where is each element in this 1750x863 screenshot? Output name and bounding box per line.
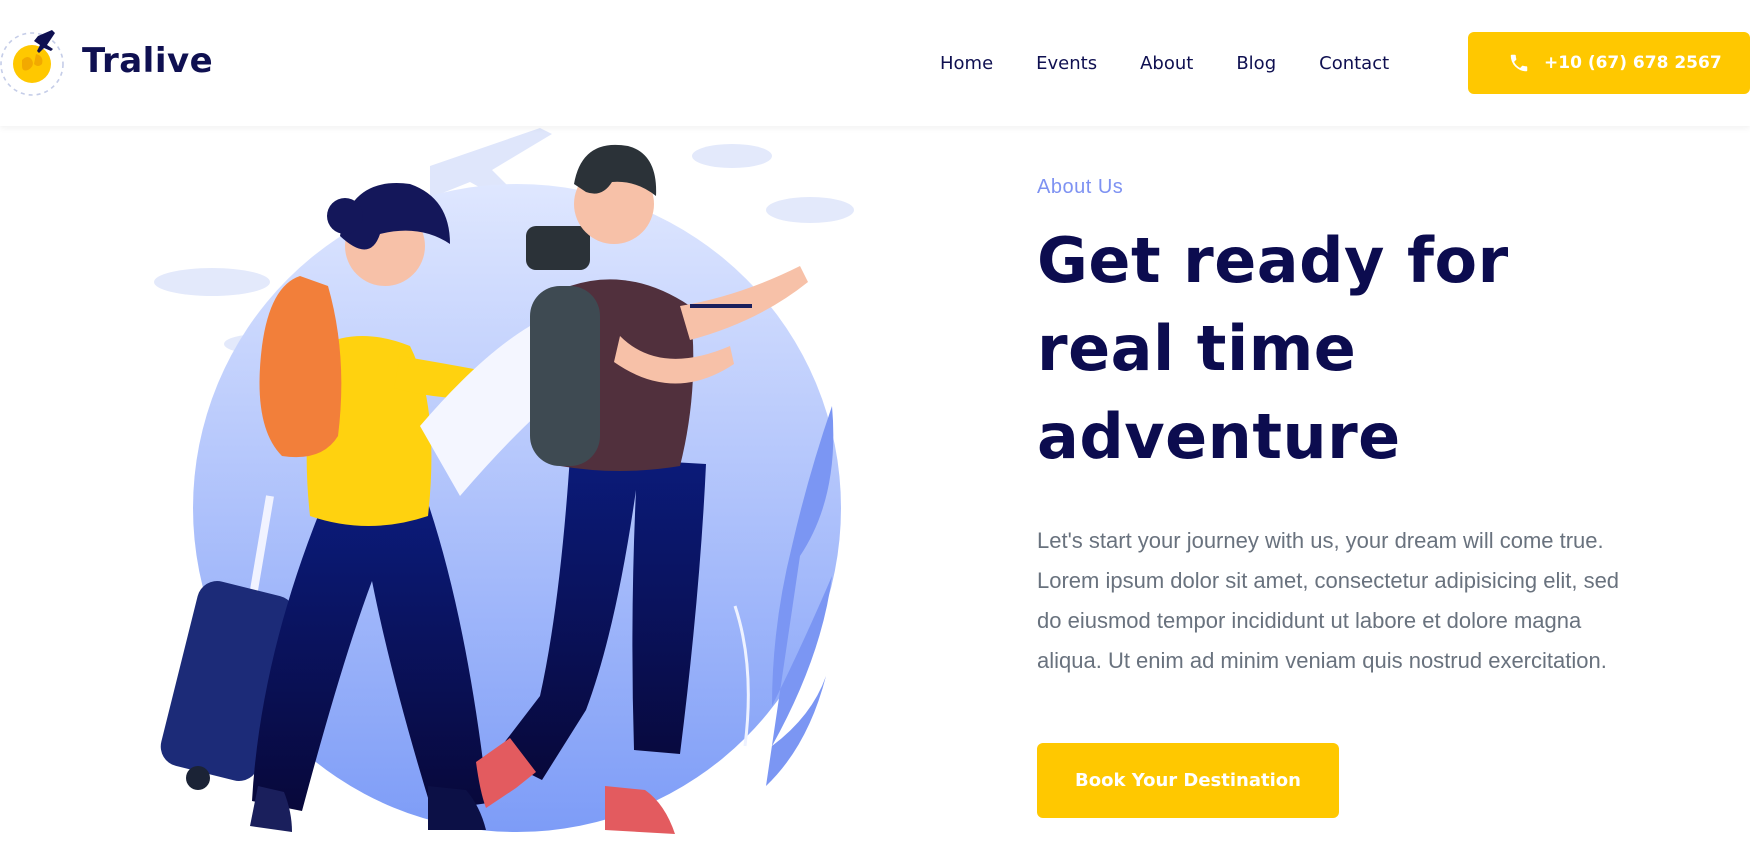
nav-about[interactable]: About [1140,53,1193,74]
phone-icon [1510,54,1528,72]
nav-blog[interactable]: Blog [1236,53,1276,74]
nav-contact[interactable]: Contact [1319,53,1389,74]
main-nav: Home Events About Blog Contact [940,0,1432,126]
nav-home[interactable]: Home [940,53,993,74]
brand-name: Tralive [82,41,214,81]
phone-button[interactable]: +10 (67) 678 2567 [1468,32,1750,94]
phone-number: +10 (67) 678 2567 [1544,53,1722,73]
brand-logo[interactable]: Tralive [0,24,213,98]
section-description: Let's start your journey with us, your d… [1037,528,1620,673]
nav-events[interactable]: Events [1036,53,1097,74]
travelers-illustration [154,128,854,834]
section-eyebrow: About Us [1037,176,1124,198]
about-section: About Us Get ready for real time adventu… [1037,176,1677,818]
globe-plane-icon [0,30,64,96]
page-title: Get ready for real time adventure [1037,224,1509,473]
site-header: Tralive Home Events About Blog Contact +… [0,0,1750,126]
book-destination-button[interactable]: Book Your Destination [1037,743,1339,818]
